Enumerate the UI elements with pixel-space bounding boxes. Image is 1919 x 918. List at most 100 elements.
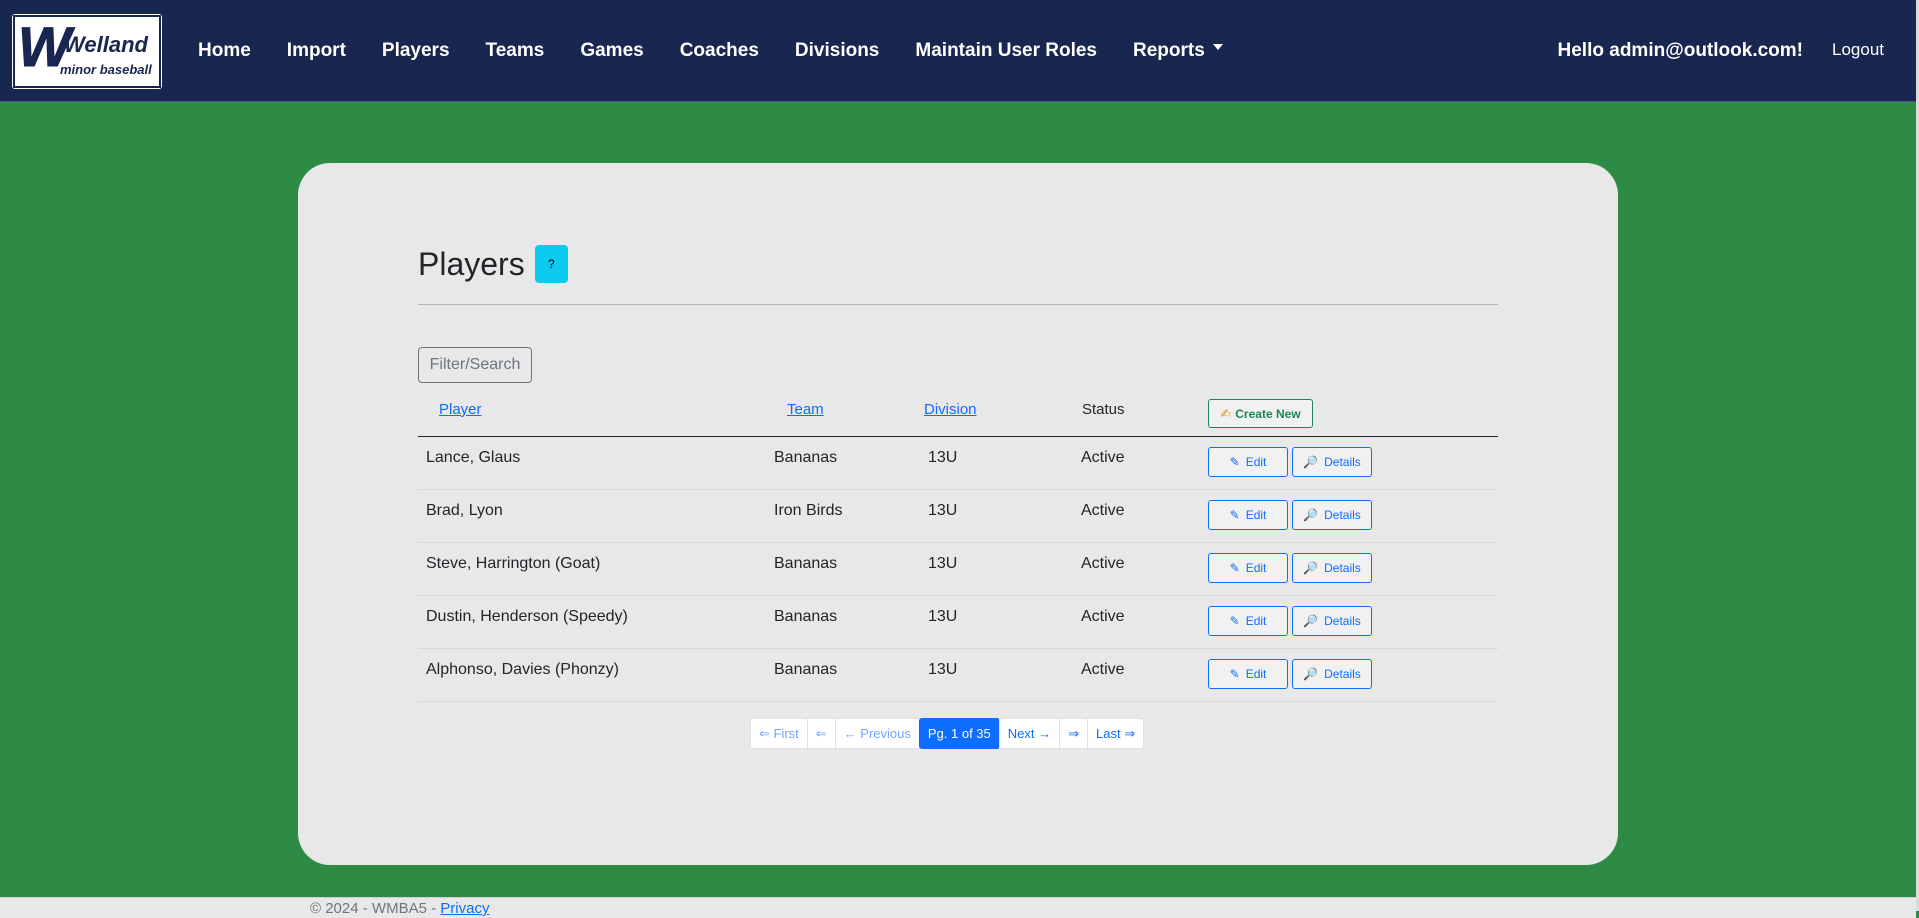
cell-division: 13U xyxy=(928,661,958,678)
title-row: Players ? xyxy=(418,245,568,283)
cell-division: 13U xyxy=(928,449,958,466)
players-table: Player Team Division Status ✍ Create New… xyxy=(418,388,1498,702)
magnifier-icon: 🔎 xyxy=(1303,561,1319,575)
logo-graphic: W Welland minor baseball xyxy=(13,15,161,88)
header-player-sort[interactable]: Player xyxy=(439,401,482,418)
filter-search-button[interactable]: Filter/Search xyxy=(418,347,532,383)
cell-status: Active xyxy=(1081,661,1125,678)
content-card: Players ? Filter/Search Player Team Divi… xyxy=(298,163,1618,865)
details-button[interactable]: 🔎 Details xyxy=(1292,659,1372,689)
page-title: Players xyxy=(418,245,525,282)
cell-division: 13U xyxy=(928,608,958,625)
table-row: Dustin, Henderson (Speedy) Bananas 13U A… xyxy=(418,596,1498,649)
nav-reports-dropdown[interactable]: Reports xyxy=(1115,40,1241,62)
pagination: ⇐ First ⇐ ← Previous Pg. 1 of 35 Next → … xyxy=(750,718,1145,749)
footer: © 2024 - WMBA5 - Privacy xyxy=(0,897,1916,918)
logo-text-bottom: minor baseball xyxy=(60,62,152,77)
cell-status: Active xyxy=(1081,502,1125,519)
cell-player: Dustin, Henderson (Speedy) xyxy=(426,608,628,625)
page-current-indicator[interactable]: Pg. 1 of 35 xyxy=(918,718,1000,749)
user-greeting: Hello admin@outlook.com! xyxy=(1557,40,1803,61)
create-new-label: Create New xyxy=(1235,406,1301,421)
magnifier-icon: 🔎 xyxy=(1303,614,1319,628)
details-button[interactable]: 🔎 Details xyxy=(1292,447,1372,477)
page-last-arrow-button[interactable]: ⇒ xyxy=(1059,718,1089,749)
details-label: Details xyxy=(1324,667,1361,681)
edit-button[interactable]: ✎ Edit xyxy=(1208,553,1288,583)
top-navbar: W Welland minor baseball Home Import Pla… xyxy=(0,0,1916,102)
details-label: Details xyxy=(1324,508,1361,522)
magnifier-icon: 🔎 xyxy=(1303,667,1319,681)
pencil-icon: ✎ xyxy=(1229,508,1240,522)
nav-divisions[interactable]: Divisions xyxy=(777,40,897,62)
caret-down-icon xyxy=(1212,44,1223,51)
logout-link[interactable]: Logout xyxy=(1832,40,1884,60)
cell-team: Bananas xyxy=(774,555,838,572)
page-last-button[interactable]: Last ⇒ xyxy=(1087,718,1145,749)
edit-button[interactable]: ✎ Edit xyxy=(1208,447,1288,477)
edit-label: Edit xyxy=(1245,667,1267,681)
cell-status: Active xyxy=(1081,555,1125,572)
nav-teams[interactable]: Teams xyxy=(468,40,563,62)
table-row: Steve, Harrington (Goat) Bananas 13U Act… xyxy=(418,543,1498,596)
nav-coaches[interactable]: Coaches xyxy=(662,40,777,62)
main-nav: Home Import Players Teams Games Coaches … xyxy=(180,0,1241,101)
details-button[interactable]: 🔎 Details xyxy=(1292,553,1372,583)
cell-team: Bananas xyxy=(774,661,838,678)
nav-home[interactable]: Home xyxy=(180,40,269,62)
header-division-sort[interactable]: Division xyxy=(924,401,977,418)
cell-team: Bananas xyxy=(774,608,838,625)
brand-logo[interactable]: W Welland minor baseball xyxy=(12,14,162,89)
details-button[interactable]: 🔎 Details xyxy=(1292,606,1372,636)
pencil-icon: ✎ xyxy=(1229,614,1240,628)
pencil-icon: ✎ xyxy=(1229,561,1240,575)
logo-text-top: Welland xyxy=(64,32,149,57)
writing-hand-icon: ✍ xyxy=(1220,405,1232,421)
nav-maintain-user-roles[interactable]: Maintain User Roles xyxy=(897,40,1115,62)
pencil-icon: ✎ xyxy=(1229,455,1240,469)
nav-games[interactable]: Games xyxy=(562,40,661,62)
page-first-arrow-button[interactable]: ⇐ xyxy=(806,718,836,749)
cell-player: Steve, Harrington (Goat) xyxy=(426,555,601,572)
cell-player: Brad, Lyon xyxy=(426,502,503,519)
nav-reports-label: Reports xyxy=(1133,39,1205,61)
details-label: Details xyxy=(1324,455,1361,469)
details-button[interactable]: 🔎 Details xyxy=(1292,500,1372,530)
cell-team: Bananas xyxy=(774,449,838,466)
details-label: Details xyxy=(1324,614,1361,628)
privacy-link[interactable]: Privacy xyxy=(440,900,489,917)
edit-label: Edit xyxy=(1245,614,1267,628)
copyright-text: © 2024 - WMBA5 - xyxy=(310,900,441,917)
magnifier-icon: 🔎 xyxy=(1303,455,1319,469)
pencil-icon: ✎ xyxy=(1229,667,1240,681)
table-header: Player Team Division Status ✍ Create New xyxy=(418,388,1498,437)
page-next-button[interactable]: Next → xyxy=(998,718,1061,749)
page-previous-button[interactable]: ← Previous xyxy=(834,718,920,749)
cell-division: 13U xyxy=(928,502,958,519)
edit-button[interactable]: ✎ Edit xyxy=(1208,500,1288,530)
nav-players[interactable]: Players xyxy=(364,40,468,62)
edit-button[interactable]: ✎ Edit xyxy=(1208,606,1288,636)
title-divider xyxy=(418,304,1498,305)
page-first-button[interactable]: ⇐ First xyxy=(750,718,808,749)
edit-button[interactable]: ✎ Edit xyxy=(1208,659,1288,689)
cell-division: 13U xyxy=(928,555,958,572)
nav-import[interactable]: Import xyxy=(269,40,364,62)
edit-label: Edit xyxy=(1245,508,1267,522)
help-button[interactable]: ? xyxy=(534,245,568,283)
create-new-button[interactable]: ✍ Create New xyxy=(1208,399,1313,428)
cell-team: Iron Birds xyxy=(774,502,843,519)
details-label: Details xyxy=(1324,561,1361,575)
edit-label: Edit xyxy=(1245,455,1267,469)
table-row: Lance, Glaus Bananas 13U Active ✎ Edit 🔎 D… xyxy=(418,437,1498,490)
table-row: Brad, Lyon Iron Birds 13U Active ✎ Edit 🔎… xyxy=(418,490,1498,543)
edit-label: Edit xyxy=(1245,561,1267,575)
cell-status: Active xyxy=(1081,449,1125,466)
magnifier-icon: 🔎 xyxy=(1303,508,1319,522)
cell-status: Active xyxy=(1081,608,1125,625)
header-status: Status xyxy=(1082,401,1125,418)
header-team-sort[interactable]: Team xyxy=(787,401,824,418)
cell-player: Alphonso, Davies (Phonzy) xyxy=(426,661,619,678)
footer-text: © 2024 - WMBA5 - Privacy xyxy=(310,900,489,917)
cell-player: Lance, Glaus xyxy=(426,449,521,466)
